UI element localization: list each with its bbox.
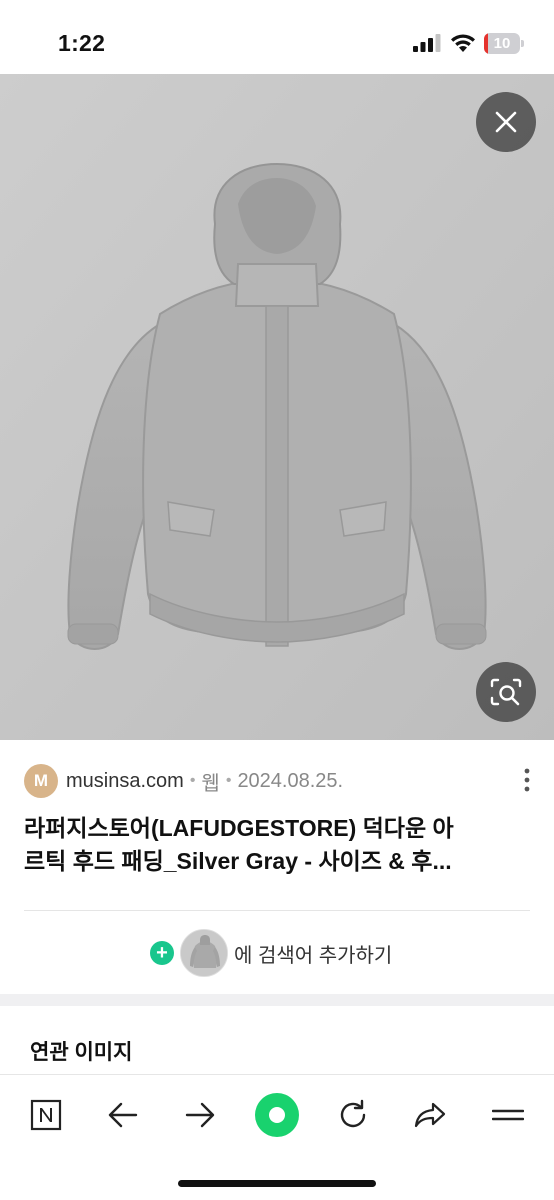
green-dot-icon bbox=[255, 1093, 299, 1137]
thumbnail-image bbox=[180, 929, 228, 977]
back-button[interactable] bbox=[101, 1093, 145, 1137]
add-keyword-label: 에 검색어 추가하기 bbox=[234, 944, 393, 967]
cellular-signal-icon bbox=[413, 34, 441, 52]
image-viewer[interactable] bbox=[0, 74, 554, 740]
related-images-title: 연관 이미지 bbox=[30, 1041, 133, 1064]
source-row[interactable]: M musinsa.com • 웹 • 2024.08.25. bbox=[24, 764, 530, 798]
add-search-keyword-button[interactable]: + 에 검색어 추가하기 bbox=[150, 928, 392, 978]
close-icon bbox=[495, 111, 517, 133]
separator-dot: • bbox=[189, 772, 196, 789]
share-icon bbox=[414, 1102, 446, 1128]
result-title-line1: 라퍼지스토어(LAFUDGESTORE) 덕다운 아 bbox=[24, 815, 454, 841]
result-title[interactable]: 라퍼지스토어(LAFUDGESTORE) 덕다운 아 르틱 후드 패딩_Silv… bbox=[24, 812, 530, 878]
naver-home-button[interactable] bbox=[24, 1093, 68, 1137]
home-indicator[interactable] bbox=[178, 1180, 376, 1187]
divider bbox=[24, 910, 530, 911]
back-arrow-icon bbox=[108, 1102, 138, 1128]
image-search-icon bbox=[490, 678, 522, 706]
section-separator bbox=[0, 994, 554, 1006]
refresh-button[interactable] bbox=[331, 1093, 375, 1137]
image-search-button[interactable] bbox=[476, 662, 536, 722]
close-button[interactable] bbox=[476, 92, 536, 152]
status-bar: 1:22 10 bbox=[0, 0, 554, 74]
forward-arrow-icon bbox=[185, 1102, 215, 1128]
product-image bbox=[0, 74, 554, 740]
source-domain[interactable]: musinsa.com bbox=[66, 770, 184, 793]
plus-icon: + bbox=[150, 941, 174, 965]
separator-dot: • bbox=[225, 772, 232, 789]
source-type: 웹 bbox=[201, 772, 220, 795]
share-button[interactable] bbox=[408, 1093, 452, 1137]
site-favicon: M bbox=[24, 764, 58, 798]
battery-level: 10 bbox=[493, 35, 511, 52]
source-date: 2024.08.25. bbox=[237, 769, 344, 792]
menu-icon bbox=[492, 1109, 524, 1121]
battery-icon: 10 bbox=[484, 33, 524, 54]
wifi-icon bbox=[451, 34, 475, 52]
naver-home-icon bbox=[30, 1099, 62, 1131]
status-time: 1:22 bbox=[58, 30, 106, 56]
refresh-icon bbox=[340, 1099, 366, 1128]
more-options-icon[interactable] bbox=[524, 768, 530, 792]
result-title-line2: 르틱 후드 패딩_Silver Gray - 사이즈 & 후... bbox=[24, 848, 452, 874]
menu-button[interactable] bbox=[486, 1093, 530, 1137]
forward-button[interactable] bbox=[178, 1093, 222, 1137]
green-dot-button[interactable] bbox=[254, 1092, 300, 1138]
